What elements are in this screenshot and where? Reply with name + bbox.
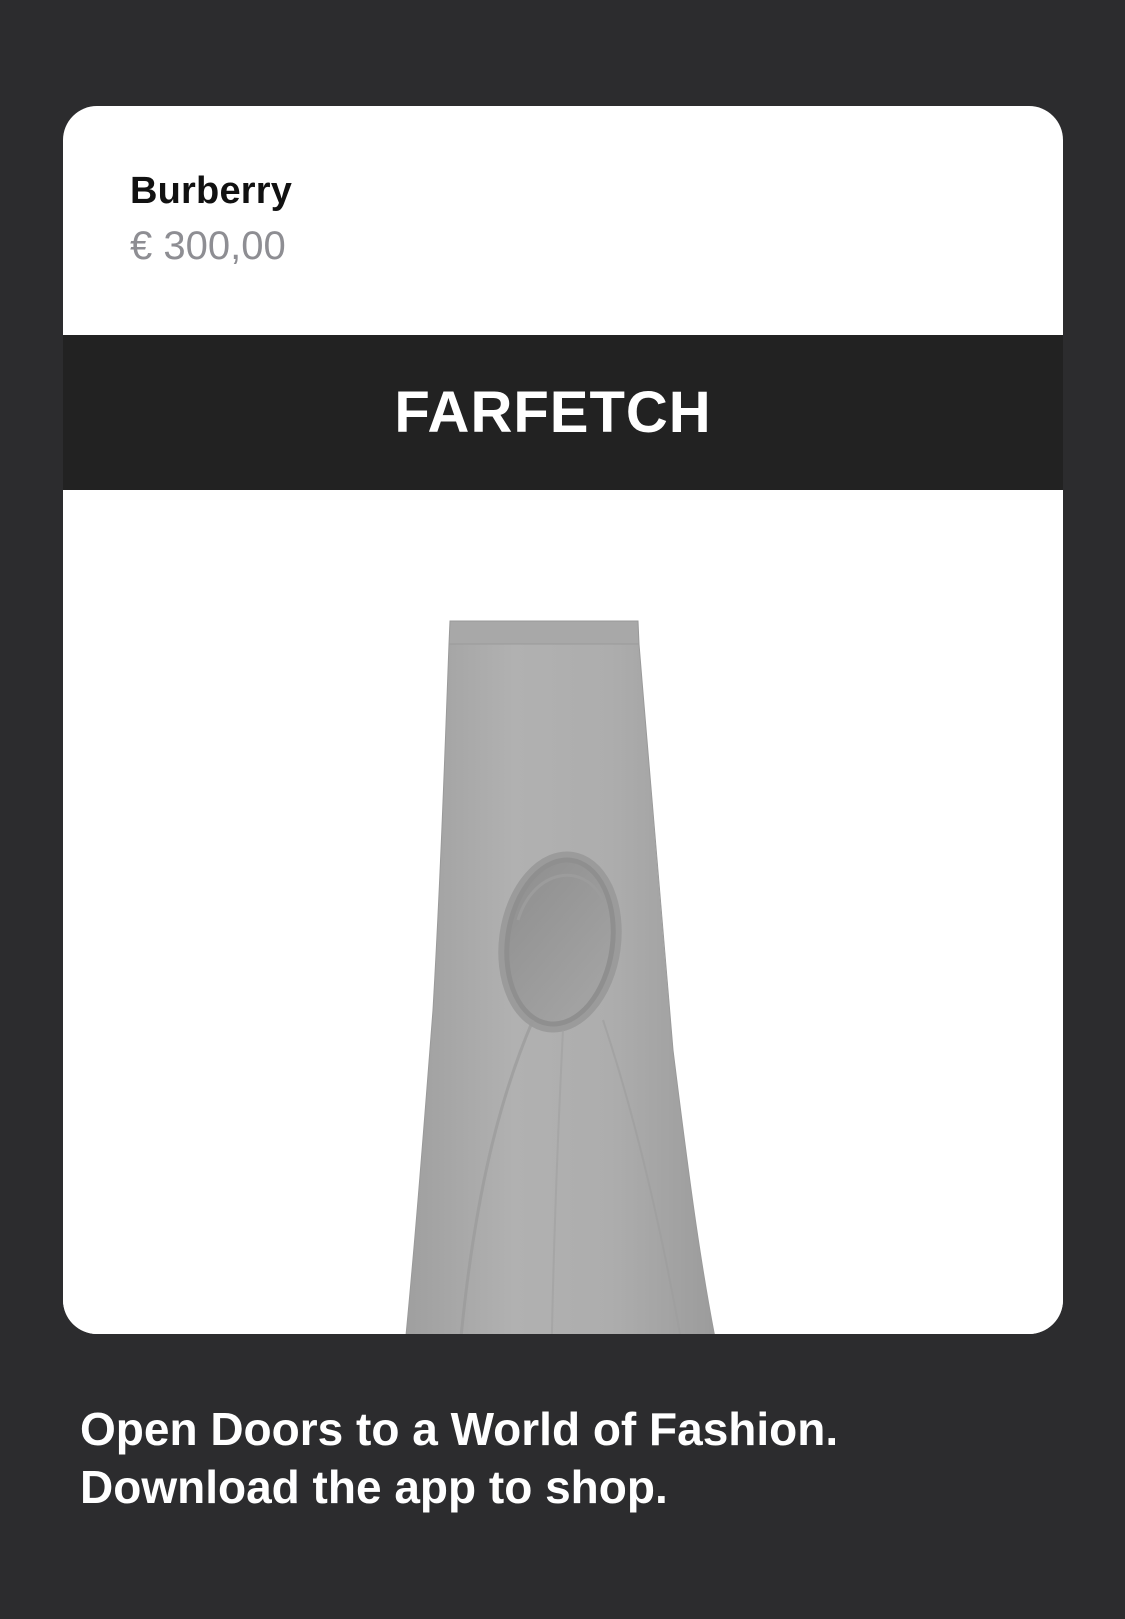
farfetch-logo: FARFETCH: [394, 380, 712, 445]
store-banner: FARFETCH: [63, 335, 1063, 490]
promo-line-2: Download the app to shop.: [80, 1461, 668, 1513]
brand-name: Burberry: [130, 170, 293, 212]
product-price: € 300,00: [130, 224, 286, 268]
product-card-header: Burberry € 300,00: [63, 106, 1063, 335]
promo-message: Open Doors to a World of Fashion. Downlo…: [80, 1400, 1060, 1516]
product-image-area[interactable]: [63, 490, 1063, 1334]
promo-line-1: Open Doors to a World of Fashion.: [80, 1403, 839, 1455]
product-card[interactable]: Burberry € 300,00 FARFETCH: [63, 106, 1063, 1334]
skirt-image: [405, 620, 715, 1334]
